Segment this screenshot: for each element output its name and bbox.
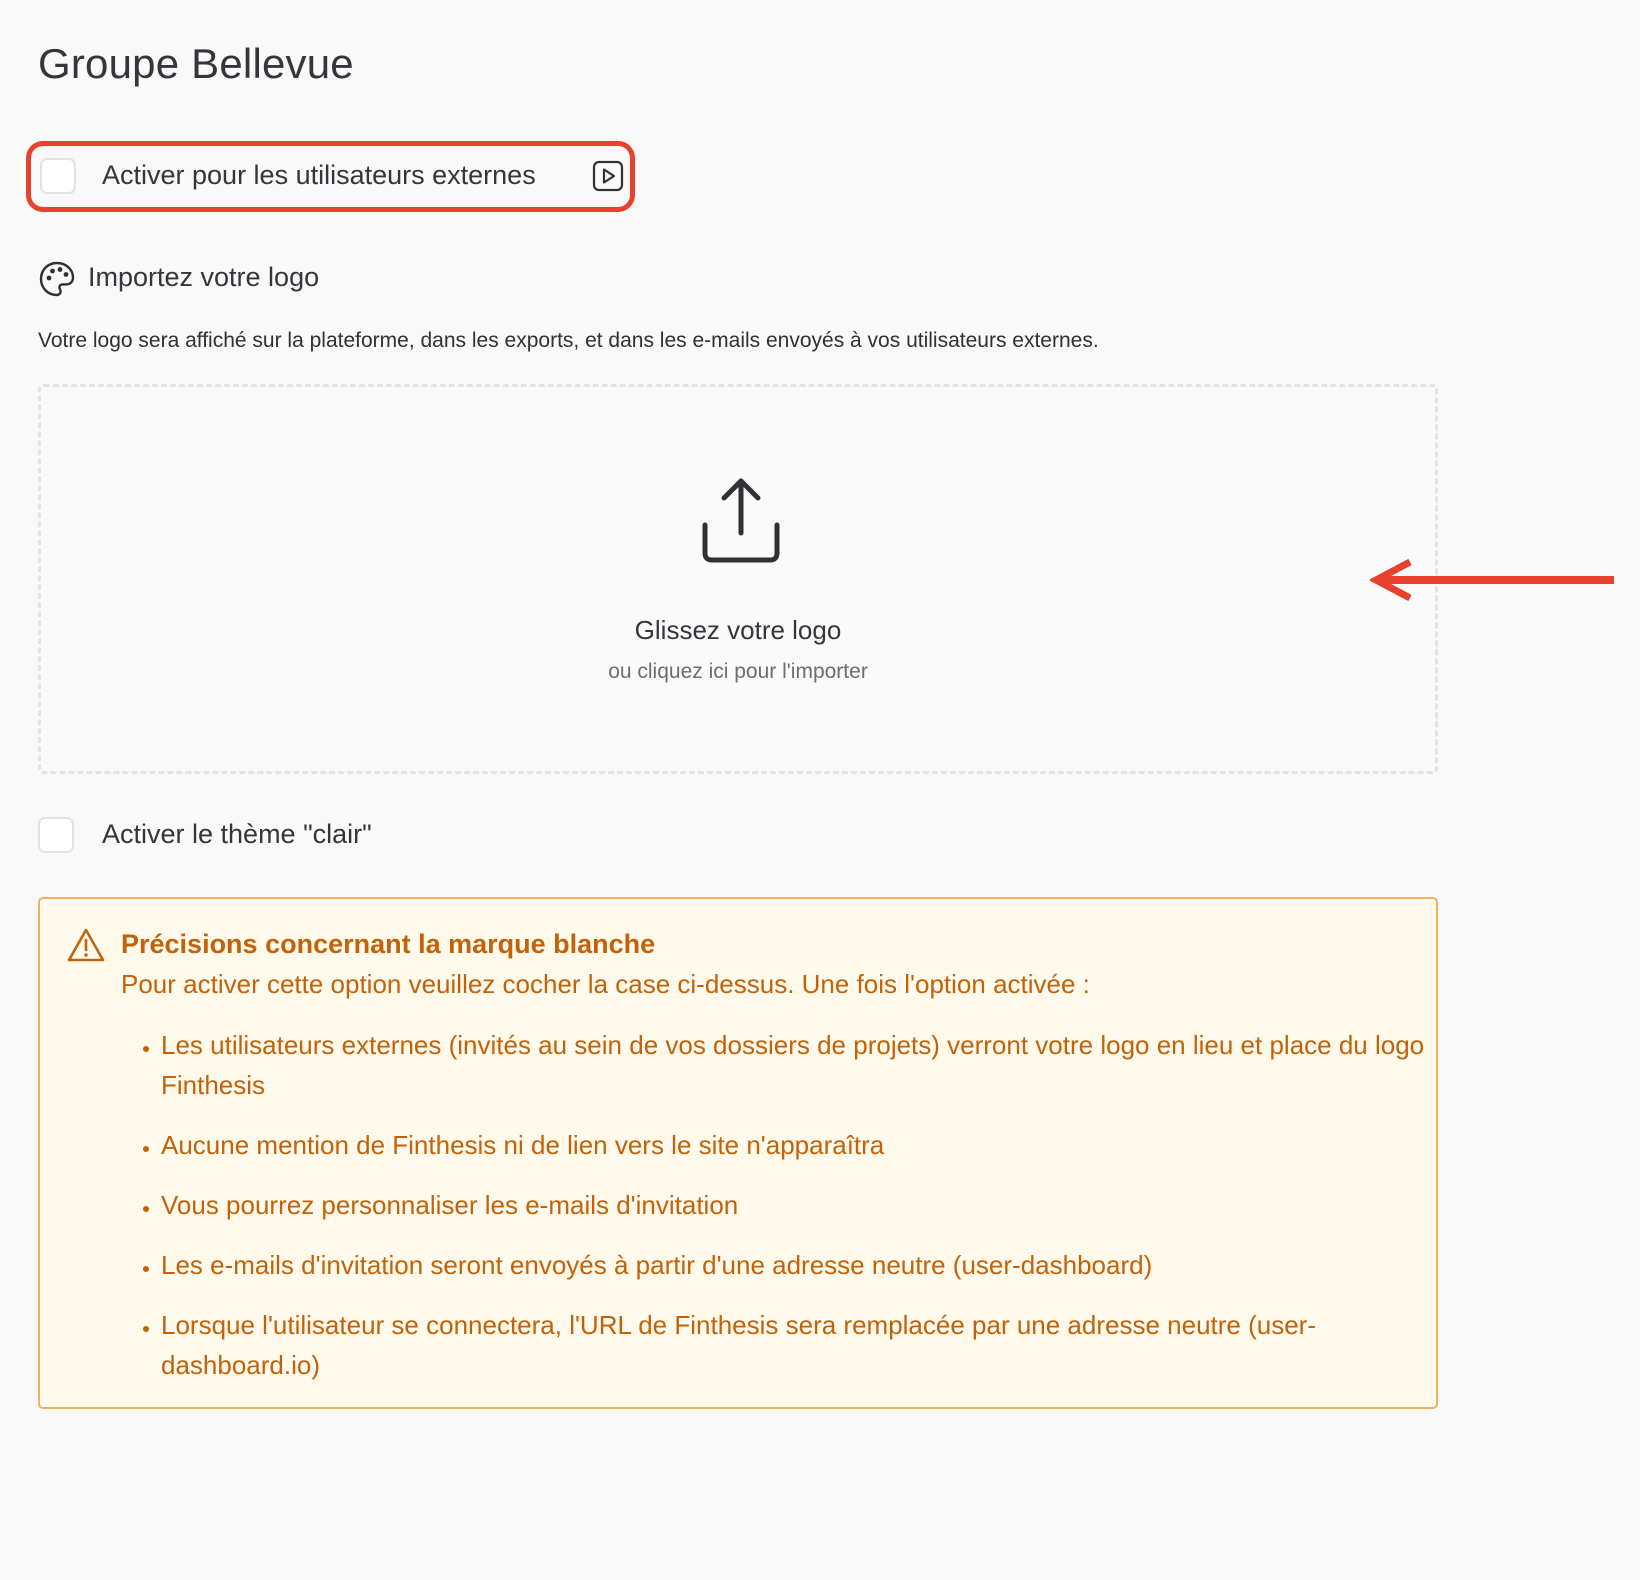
list-item: Vous pourrez personnaliser les e-mails d… [161, 1185, 1431, 1225]
list-item: Les e-mails d'invitation seront envoyés … [161, 1245, 1431, 1285]
list-item: Aucune mention de Finthesis ni de lien v… [161, 1125, 1431, 1165]
warning-list: Les utilisateurs externes (invités au se… [121, 1025, 1431, 1405]
white-label-warning: Précisions concernant la marque blanche … [38, 897, 1438, 1409]
list-item: Les utilisateurs externes (invités au se… [161, 1025, 1431, 1105]
annotation-arrow [1370, 558, 1614, 602]
external-users-label[interactable]: Activer pour les utilisateurs externes [102, 160, 536, 191]
page-title: Groupe Bellevue [38, 40, 354, 87]
warning-title: Précisions concernant la marque blanche [121, 929, 656, 959]
external-users-checkbox[interactable] [40, 158, 76, 194]
palette-icon [39, 261, 75, 297]
dropzone-title: Glissez votre logo [634, 615, 842, 645]
list-item: Lorsque l'utilisateur se connectera, l'U… [161, 1305, 1431, 1385]
light-theme-checkbox[interactable] [38, 817, 74, 853]
light-theme-label[interactable]: Activer le thème "clair" [102, 819, 372, 850]
logo-section-description: Votre logo sera affiché sur la plateform… [38, 329, 1099, 352]
logo-dropzone[interactable]: Glissez votre logo ou cliquez ici pour l… [38, 384, 1438, 774]
logo-section-title: Importez votre logo [88, 262, 320, 292]
warning-triangle-icon [67, 928, 105, 962]
warning-intro: Pour activer cette option veuillez coche… [121, 969, 1090, 999]
upload-icon [702, 478, 780, 563]
dropzone-subtitle: ou cliquez ici pour l'importer [608, 660, 868, 683]
play-video-icon[interactable] [592, 160, 624, 192]
